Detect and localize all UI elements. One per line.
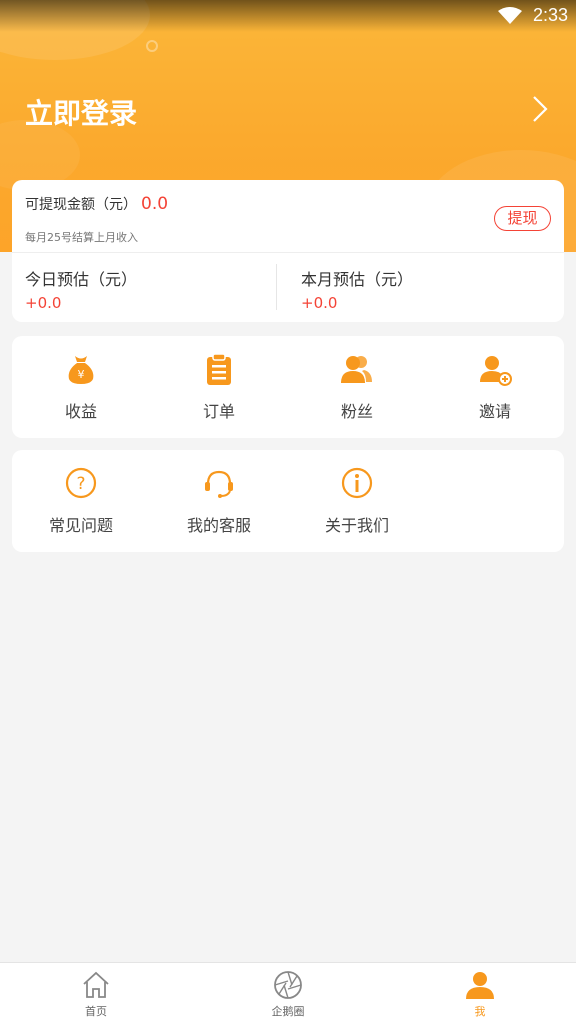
nav-label: 首页 xyxy=(85,1005,107,1018)
withdrawable-value: 0.0 xyxy=(141,194,169,214)
settle-note: 每月25号结算上月收入 xyxy=(25,231,138,244)
home-icon xyxy=(83,971,109,998)
withdrawable-label: 可提现金额（元） xyxy=(25,197,137,213)
menu-item-label: 关于我们 xyxy=(324,516,389,535)
shutter-icon xyxy=(274,971,302,999)
nav-label: 企鹅圈 xyxy=(271,1005,305,1018)
month-estimate-value: +0.0 xyxy=(301,294,338,312)
svg-text:¥: ¥ xyxy=(78,368,85,381)
profile-icon xyxy=(466,972,494,999)
login-link[interactable]: 立即登录 xyxy=(25,92,137,132)
menu-item-orders[interactable]: 订单 xyxy=(150,336,288,438)
nav-item-me[interactable]: 我 xyxy=(384,963,576,1024)
today-estimate-value: +0.0 xyxy=(25,294,62,312)
headset-icon xyxy=(205,470,233,498)
month-estimate-label: 本月预估（元） xyxy=(301,270,414,289)
status-bar: 2:33 xyxy=(0,0,576,32)
balance-card: 可提现金额（元） 0.0 每月25号结算上月收入 提现 今日预估（元） +0.0… xyxy=(12,180,564,322)
menu-item-earnings[interactable]: ¥ 收益 xyxy=(12,336,150,438)
svg-text:?: ? xyxy=(76,474,85,494)
divider xyxy=(12,252,564,253)
add-user-icon xyxy=(480,356,512,386)
info-icon xyxy=(341,467,373,499)
money-bag-icon: ¥ xyxy=(68,356,94,384)
nav-label: 我 xyxy=(474,1005,486,1018)
menu-item-label: 邀请 xyxy=(478,402,511,421)
status-time: 2:33 xyxy=(532,5,568,25)
menu-item-invite[interactable]: 邀请 xyxy=(426,336,564,438)
question-icon: ? xyxy=(65,467,97,499)
wifi-icon xyxy=(498,7,522,24)
menu-item-fans[interactable]: 粉丝 xyxy=(288,336,426,438)
menu-item-about[interactable]: 关于我们 xyxy=(288,450,426,552)
withdrawable-row: 可提现金额（元） 0.0 xyxy=(25,194,168,214)
bottom-nav: 首页 企鹅圈 我 xyxy=(0,962,576,1024)
primary-menu: ¥ 收益 订单 粉丝 邀请 xyxy=(12,336,564,438)
divider xyxy=(276,264,277,310)
today-estimate-label: 今日预估（元） xyxy=(25,270,138,289)
today-estimate: 今日预估（元） +0.0 xyxy=(25,266,137,312)
menu-item-label: 订单 xyxy=(202,402,235,421)
menu-item-faq[interactable]: ? 常见问题 xyxy=(12,450,150,552)
month-estimate: 本月预估（元） +0.0 xyxy=(301,266,413,312)
chevron-right-icon[interactable] xyxy=(532,95,548,123)
clipboard-icon xyxy=(207,353,231,385)
header-decoration xyxy=(146,40,158,52)
users-icon xyxy=(341,356,372,383)
menu-item-label: 我的客服 xyxy=(186,516,251,535)
menu-item-label: 常见问题 xyxy=(48,516,113,535)
nav-item-circle[interactable]: 企鹅圈 xyxy=(192,963,384,1024)
nav-item-home[interactable]: 首页 xyxy=(0,963,192,1024)
menu-item-label: 收益 xyxy=(64,402,97,421)
menu-item-label: 粉丝 xyxy=(340,402,373,421)
menu-item-support[interactable]: 我的客服 xyxy=(150,450,288,552)
withdraw-button[interactable]: 提现 xyxy=(494,206,551,231)
secondary-menu: ? 常见问题 我的客服 关于我们 xyxy=(12,450,564,552)
